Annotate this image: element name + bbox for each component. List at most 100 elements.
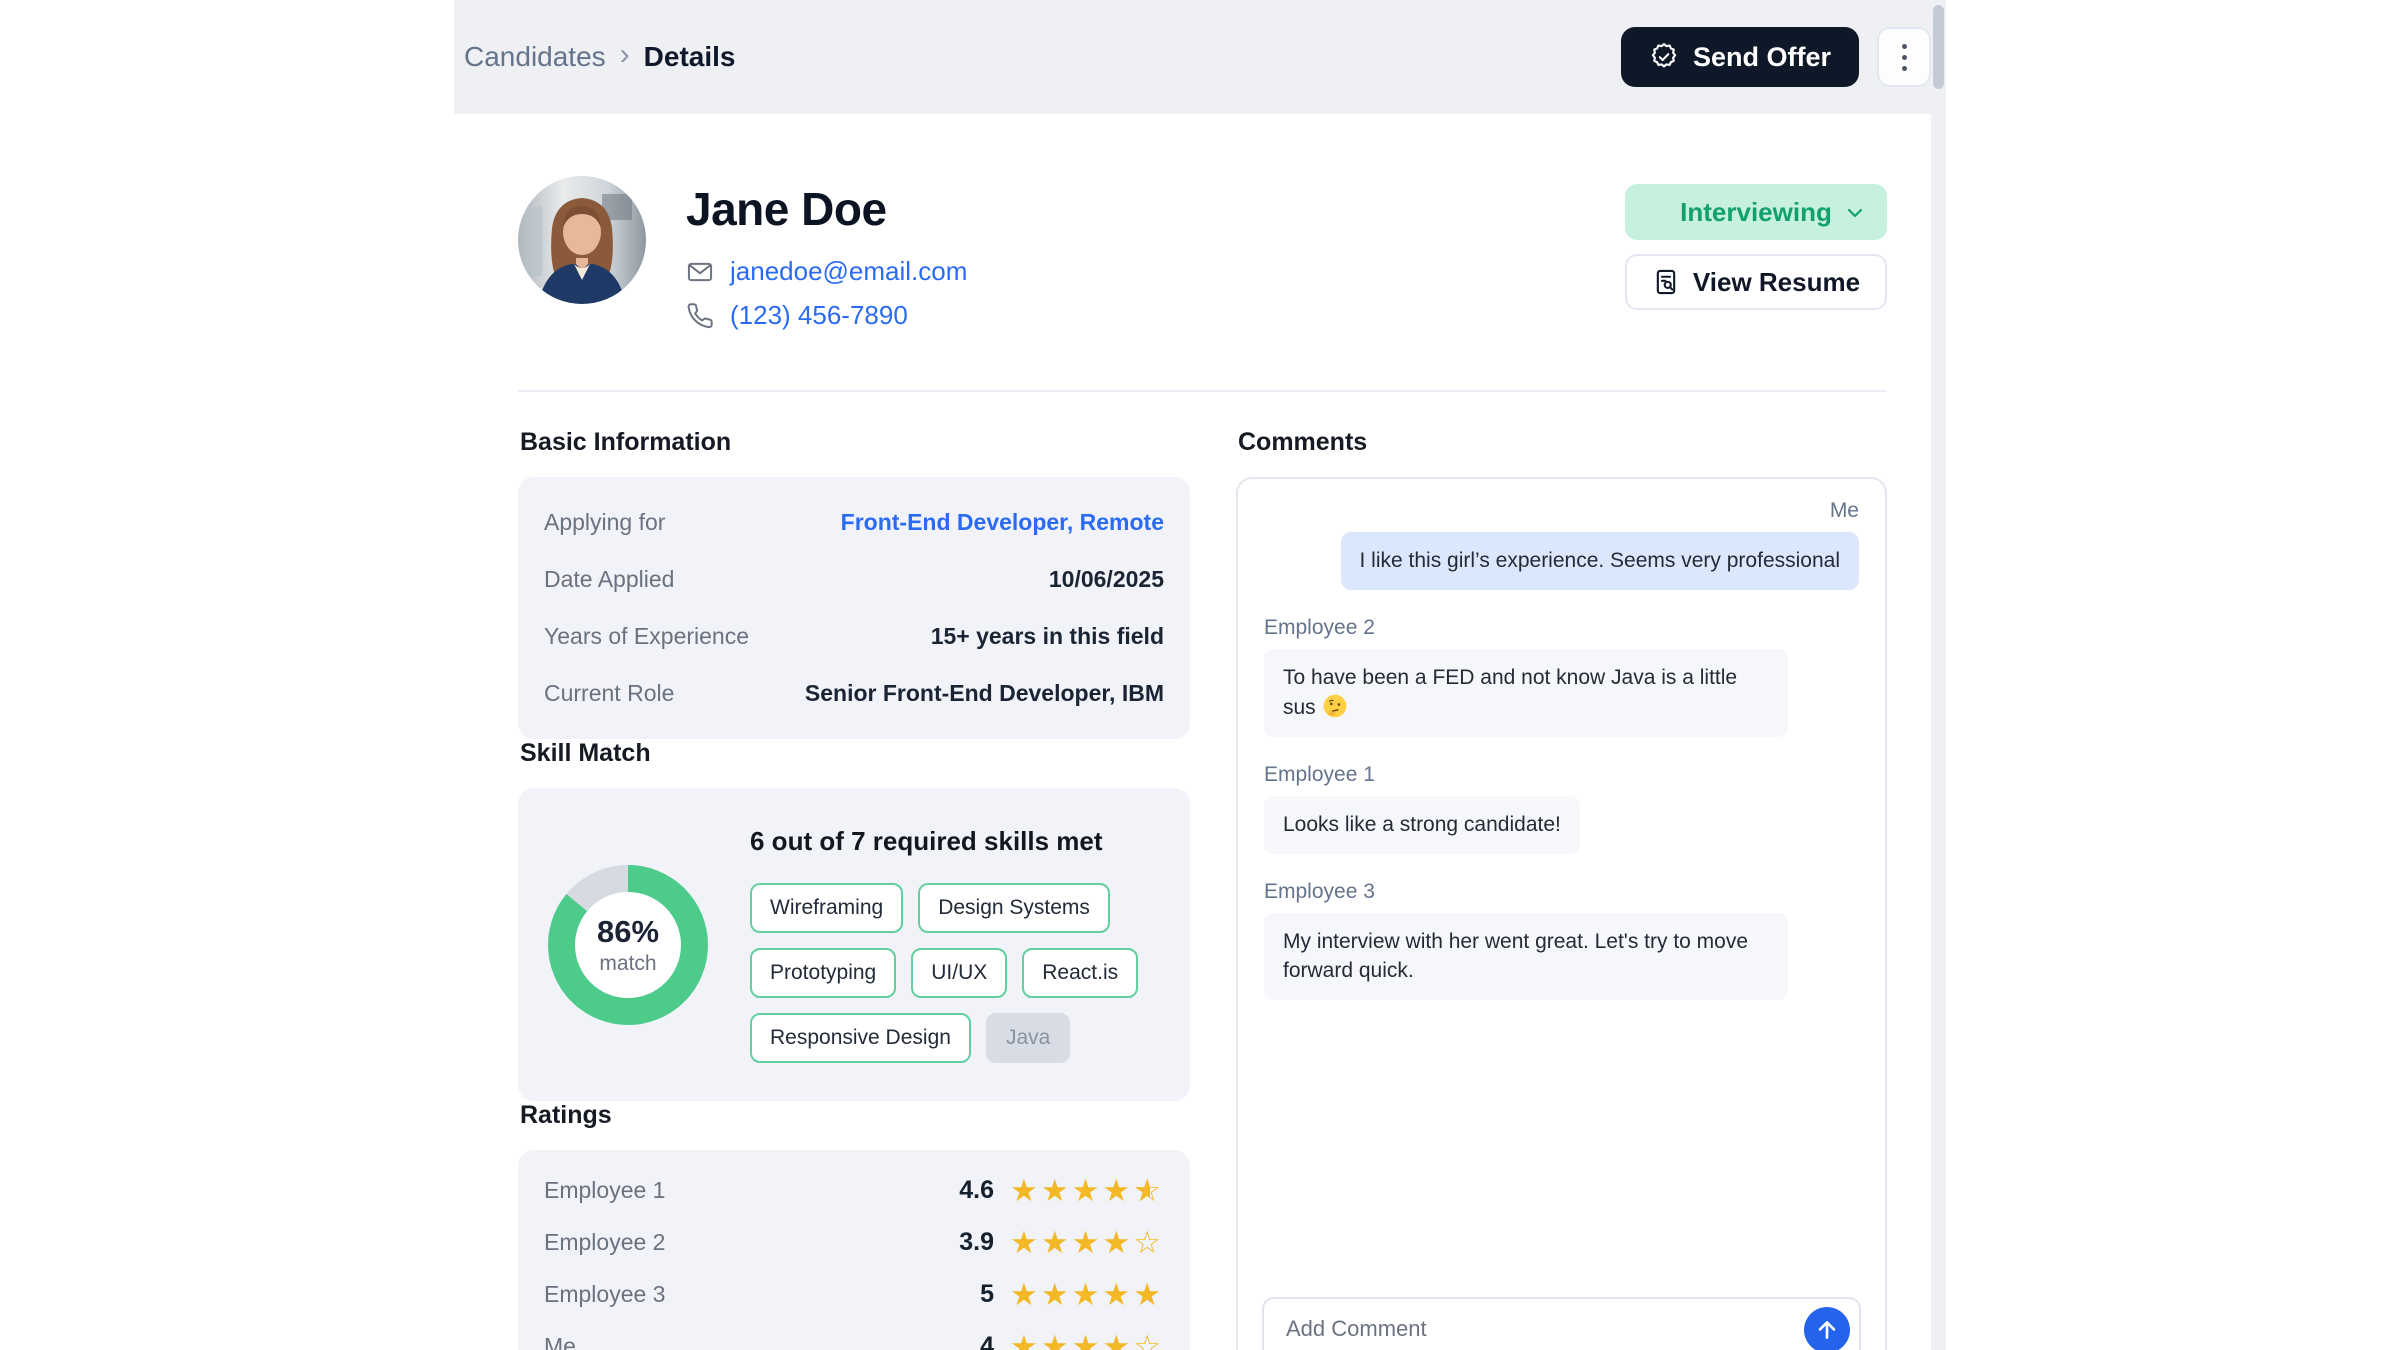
rating-row: Employee 3 5 ★★★★★ — [544, 1268, 1164, 1320]
view-resume-button[interactable]: View Resume — [1625, 254, 1887, 310]
star-full-icon: ★ — [1072, 1225, 1103, 1260]
comment-thread: MeI like this girl’s experience. Seems v… — [1264, 499, 1859, 1000]
scrollbar[interactable] — [1931, 0, 1946, 1350]
section-title-comments: Comments — [1238, 428, 1887, 457]
phone-link[interactable]: (123) 456-7890 — [730, 300, 908, 331]
add-comment-field — [1262, 1297, 1861, 1350]
skill-chip: Design Systems — [918, 883, 1110, 933]
star-rating[interactable]: ★★★★☆ — [1010, 1227, 1164, 1258]
mail-icon — [686, 258, 714, 286]
skills-block: 6 out of 7 required skills met Wireframi… — [750, 826, 1160, 1063]
more-options-button[interactable] — [1877, 27, 1931, 87]
candidate-detail-card: Jane Doe janedoe@email.com — [474, 120, 1931, 1350]
skill-chip: Wireframing — [750, 883, 903, 933]
star-empty-icon: ☆ — [1133, 1225, 1164, 1260]
send-offer-label: Send Offer — [1693, 42, 1831, 73]
top-bar-actions: Send Offer — [1621, 27, 1931, 87]
skill-chip: Responsive Design — [750, 1013, 971, 1063]
add-comment-input[interactable] — [1264, 1316, 1859, 1342]
send-comment-button[interactable] — [1804, 1307, 1850, 1350]
comment-bubble: My interview with her went great. Let's … — [1264, 913, 1788, 1000]
send-offer-button[interactable]: Send Offer — [1621, 27, 1859, 87]
profile-identity: Jane Doe janedoe@email.com — [686, 176, 967, 344]
top-bar: Candidates › Details Send Offer — [454, 0, 1946, 114]
rating-row: Employee 2 3.9 ★★★★☆ — [544, 1216, 1164, 1268]
arrow-up-icon — [1814, 1317, 1840, 1343]
section-title-basic-information: Basic Information — [520, 428, 1190, 457]
skill-match-panel: 86% match 6 out of 7 required skills met… — [518, 788, 1190, 1101]
match-percent: 86% — [597, 914, 659, 950]
comment-bubble: Looks like a strong candidate! — [1264, 796, 1580, 854]
star-full-icon: ★ — [1010, 1329, 1041, 1350]
star-full-icon: ★ — [1072, 1173, 1103, 1208]
phone-icon — [686, 302, 714, 330]
right-column: Comments MeI like this girl’s experience… — [1236, 428, 1887, 1350]
ratings-panel: Employee 14.6★★★★☆★Employee 23.9★★★★☆Emp… — [518, 1150, 1190, 1350]
scrollbar-thumb[interactable] — [1933, 5, 1944, 89]
profile-header: Jane Doe janedoe@email.com — [518, 120, 1887, 344]
star-rating[interactable]: ★★★★☆★ — [1010, 1175, 1164, 1206]
rating-value: 3.9 — [959, 1228, 994, 1257]
profile-actions: Interviewing View Resume — [1625, 176, 1887, 344]
info-value-link[interactable]: Front-End Developer, Remote — [841, 509, 1164, 536]
star-full-icon: ★ — [1010, 1173, 1041, 1208]
email-link[interactable]: janedoe@email.com — [730, 256, 967, 287]
left-column: Basic Information Applying forFront-End … — [518, 428, 1190, 1350]
star-full-icon: ★ — [1102, 1329, 1133, 1350]
star-full-icon: ★ — [1102, 1277, 1133, 1312]
rating-right: 3.9 ★★★★☆ — [959, 1227, 1164, 1258]
thinking-face-icon — [1316, 696, 1348, 719]
section-title-skill-match: Skill Match — [520, 739, 1190, 768]
rating-right: 4★★★★☆ — [980, 1331, 1164, 1350]
basic-information-panel: Applying forFront-End Developer, RemoteD… — [518, 477, 1190, 739]
star-full-icon: ★ — [1072, 1277, 1103, 1312]
candidate-name: Jane Doe — [686, 182, 967, 236]
rating-value: 4.6 — [959, 1176, 994, 1205]
kebab-dot — [1902, 66, 1907, 71]
content-columns: Basic Information Applying forFront-End … — [518, 428, 1887, 1350]
comments-card: MeI like this girl’s experience. Seems v… — [1236, 477, 1887, 1350]
star-rating[interactable]: ★★★★★ — [1010, 1279, 1164, 1310]
star-full-icon: ★ — [1041, 1277, 1072, 1312]
phone-row: (123) 456-7890 — [686, 300, 967, 331]
star-full-icon: ★ — [1102, 1225, 1133, 1260]
rating-name: Employee 3 — [544, 1281, 665, 1308]
info-row: Years of Experience15+ years in this fie… — [544, 608, 1164, 665]
star-full-icon: ★ — [1133, 1277, 1164, 1312]
rating-right: 4.6★★★★☆★ — [959, 1175, 1164, 1206]
info-label: Date Applied — [544, 566, 674, 593]
skill-chip-missing: Java — [986, 1013, 1070, 1063]
breadcrumb-details: Details — [644, 41, 736, 73]
star-full-icon: ★ — [1041, 1329, 1072, 1350]
status-dropdown[interactable]: Interviewing — [1625, 184, 1887, 240]
skill-chip: Prototyping — [750, 948, 896, 998]
breadcrumb-candidates[interactable]: Candidates — [464, 41, 606, 73]
comment-author: Me — [1264, 499, 1859, 523]
rating-name: Employee 1 — [544, 1177, 665, 1204]
status-label: Interviewing — [1680, 197, 1832, 227]
star-full-icon: ★ — [1102, 1173, 1133, 1208]
donut-center: 86% match — [575, 892, 681, 998]
skill-chip: React.is — [1022, 948, 1138, 998]
comment-author: Employee 3 — [1264, 880, 1859, 904]
comment-message: Employee 3 My interview with her went gre… — [1264, 880, 1859, 1000]
rating-value: 5 — [980, 1280, 994, 1309]
star-full-icon: ★ — [1041, 1173, 1072, 1208]
section-title-ratings: Ratings — [520, 1101, 1190, 1130]
rating-row: Employee 14.6★★★★☆★ — [544, 1164, 1164, 1216]
star-full-icon: ★ — [1072, 1329, 1103, 1350]
rating-name: Employee 2 — [544, 1229, 665, 1256]
star-half-icon: ☆★ — [1133, 1175, 1164, 1206]
star-full-icon: ★ — [1041, 1225, 1072, 1260]
comment-message: MeI like this girl’s experience. Seems v… — [1264, 499, 1859, 590]
comment-message: Employee 2To have been a FED and not kno… — [1264, 616, 1859, 737]
info-value: 10/06/2025 — [1049, 566, 1164, 593]
comment-message: Employee 1Looks like a strong candidate! — [1264, 763, 1859, 854]
star-rating[interactable]: ★★★★☆ — [1010, 1331, 1164, 1350]
rating-right: 5 ★★★★★ — [980, 1279, 1164, 1310]
info-value: 15+ years in this field — [931, 623, 1164, 650]
comment-text: My interview with her went great. Let's … — [1283, 930, 1748, 981]
skill-match-donut-chart: 86% match — [548, 865, 708, 1025]
comment-text: Looks like a strong candidate! — [1283, 813, 1561, 836]
rating-name: Me — [544, 1333, 576, 1350]
